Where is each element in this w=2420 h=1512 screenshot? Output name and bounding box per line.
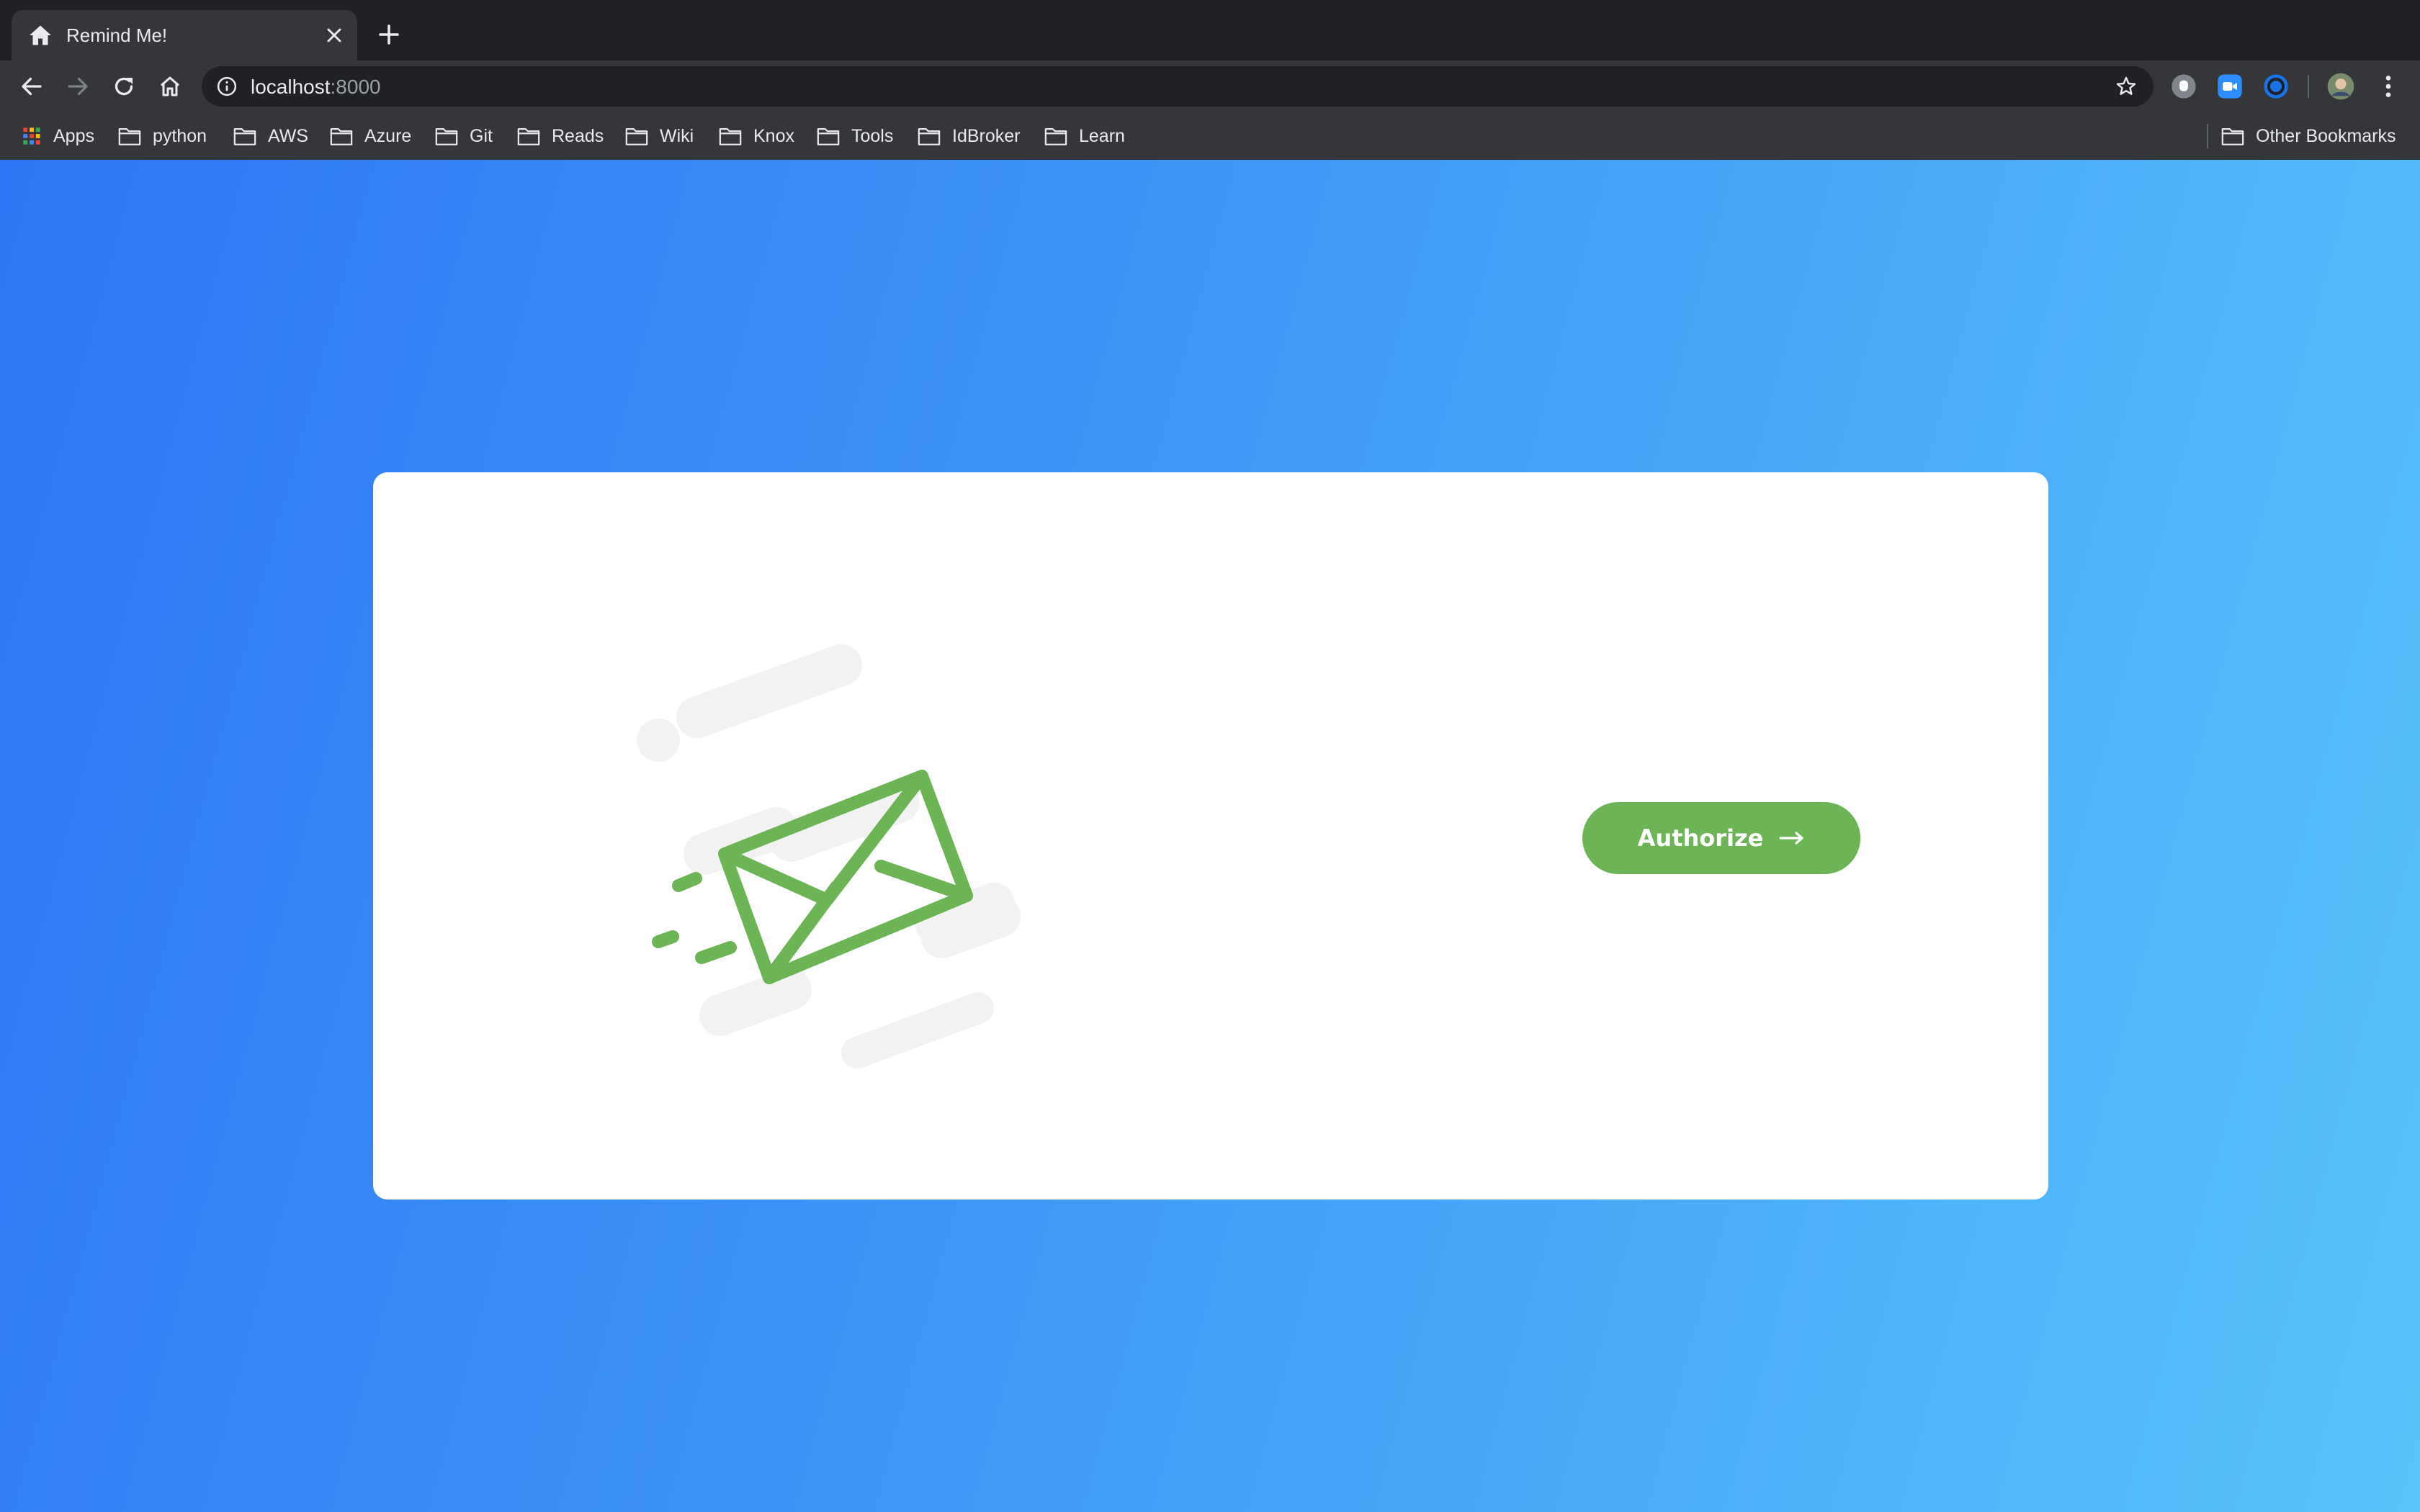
bookmark-folder-aws[interactable]: AWS <box>233 112 308 160</box>
authorize-card: Authorize <box>373 472 2048 1200</box>
bookmark-label: Knox <box>753 125 794 146</box>
bookmark-star-icon[interactable] <box>2115 75 2138 98</box>
folder-icon <box>233 128 256 145</box>
home-icon[interactable] <box>157 73 183 99</box>
bookmark-apps[interactable]: Apps <box>22 112 94 160</box>
folder-icon <box>1044 128 1067 145</box>
bookmark-folder-knox[interactable]: Knox <box>719 112 794 160</box>
folder-icon <box>918 128 941 145</box>
bookmark-label: Tools <box>851 125 894 146</box>
bookmark-label: Git <box>470 125 493 146</box>
browser-tab[interactable]: Remind Me! <box>12 10 357 60</box>
tab-strip: Remind Me! <box>0 0 2420 60</box>
zoom-extension-icon[interactable] <box>2215 72 2244 101</box>
bookmark-label: Azure <box>364 125 412 146</box>
bookmark-folder-azure[interactable]: Azure <box>330 112 411 160</box>
bookmark-label: Learn <box>1079 125 1125 146</box>
ring-extension-icon[interactable] <box>2262 72 2290 101</box>
bookmarks-bar: Apps python AWS Azure Git Reads Wiki Kno… <box>0 112 2420 161</box>
bookmark-folder-git[interactable]: Git <box>435 112 493 160</box>
bookmark-label: Other Bookmarks <box>2256 125 2396 146</box>
extension-hand-icon[interactable] <box>2169 72 2198 101</box>
folder-icon <box>435 128 458 145</box>
forward-icon[interactable] <box>65 73 91 99</box>
arrow-right-icon <box>1779 832 1803 845</box>
url-port: :8000 <box>330 76 381 98</box>
bookmark-folder-python[interactable]: python <box>118 112 207 160</box>
page-background: Authorize <box>0 160 2420 1512</box>
bookmark-label: IdBroker <box>952 125 1021 146</box>
bookmark-label: Wiki <box>660 125 694 146</box>
browser-menu-icon[interactable] <box>2374 72 2403 101</box>
authorize-button[interactable]: Authorize <box>1582 802 1860 874</box>
home-favicon-icon <box>30 25 51 45</box>
bookmarks-divider <box>2207 124 2208 148</box>
reload-icon[interactable] <box>111 73 137 99</box>
site-info-icon[interactable] <box>216 76 238 97</box>
profile-avatar-icon[interactable] <box>2326 72 2355 101</box>
bookmark-folder-idbroker[interactable]: IdBroker <box>918 112 1020 160</box>
close-tab-icon[interactable] <box>323 24 346 47</box>
folder-icon <box>625 128 648 145</box>
browser-toolbar: localhost:8000 <box>0 60 2420 112</box>
url-host: localhost <box>251 76 331 98</box>
bookmark-folder-wiki[interactable]: Wiki <box>625 112 694 160</box>
address-bar[interactable]: localhost:8000 <box>202 66 2154 107</box>
bookmark-folder-other[interactable]: Other Bookmarks <box>2221 112 2396 160</box>
bookmark-label: python <box>153 125 207 146</box>
bookmark-label: AWS <box>268 125 309 146</box>
folder-icon <box>118 128 141 145</box>
bookmark-label: Reads <box>552 125 604 146</box>
toolbar-divider <box>2308 75 2309 98</box>
folder-icon <box>330 128 353 145</box>
address-url[interactable]: localhost:8000 <box>251 76 381 99</box>
bookmark-folder-tools[interactable]: Tools <box>817 112 893 160</box>
folder-icon <box>817 128 840 145</box>
apps-grid-icon <box>23 127 40 145</box>
tab-title: Remind Me! <box>66 24 168 46</box>
mail-sending-illustration <box>637 644 1021 1068</box>
back-icon[interactable] <box>19 73 45 99</box>
new-tab-icon[interactable] <box>376 22 402 48</box>
bookmark-label: Apps <box>53 125 94 146</box>
authorize-label: Authorize <box>1637 824 1764 852</box>
bookmark-folder-learn[interactable]: Learn <box>1044 112 1125 160</box>
bookmark-folder-reads[interactable]: Reads <box>517 112 604 160</box>
folder-icon <box>2221 128 2244 145</box>
folder-icon <box>517 128 540 145</box>
folder-icon <box>719 128 742 145</box>
